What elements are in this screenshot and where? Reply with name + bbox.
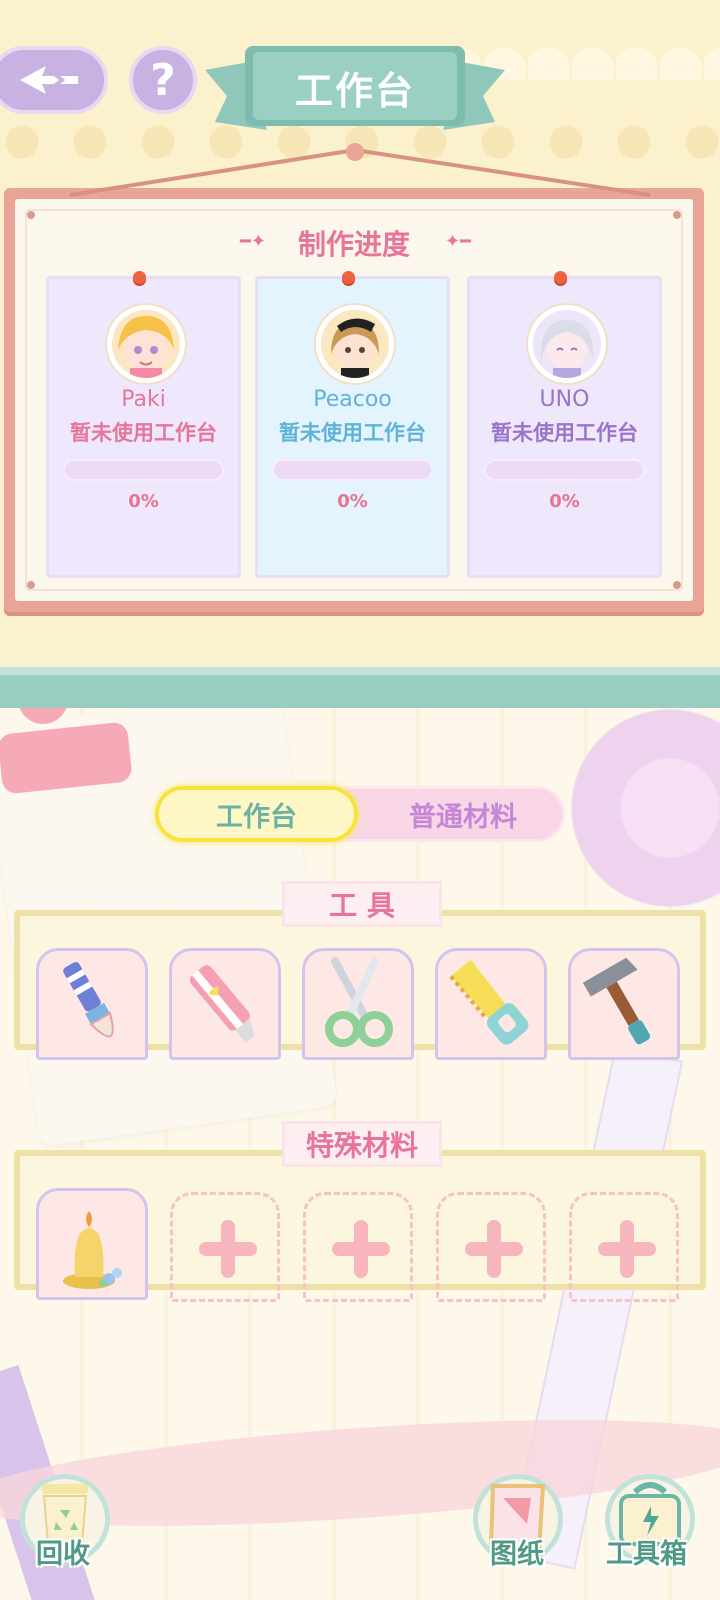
tools-label: 工 具 bbox=[282, 881, 442, 927]
candle-item-icon bbox=[63, 1211, 122, 1289]
nail bbox=[673, 581, 681, 589]
tool-slot-hammer[interactable] bbox=[568, 948, 680, 1060]
progress-percent: 0% bbox=[549, 491, 580, 512]
add-material-slot[interactable] bbox=[569, 1192, 679, 1302]
help-button[interactable]: ? bbox=[129, 46, 197, 114]
add-material-slot[interactable] bbox=[303, 1192, 413, 1302]
pushpin-icon bbox=[133, 271, 146, 284]
nail bbox=[673, 211, 681, 219]
section-divider bbox=[0, 667, 720, 708]
progress-board: ━✦ 制作进度 ✦━ Paki 暂未使用工作台 0% Peacoo 暂未使用工作… bbox=[4, 188, 704, 612]
blueprint-label: 图纸 bbox=[490, 1539, 544, 1570]
nail bbox=[27, 211, 35, 219]
material-slot-candle[interactable] bbox=[36, 1188, 148, 1300]
tool-slot-scissors[interactable] bbox=[302, 948, 414, 1060]
worker-card-paki[interactable]: Paki 暂未使用工作台 0% bbox=[46, 271, 241, 578]
tools-section: 工 具 bbox=[14, 881, 706, 1060]
back-arrow-icon bbox=[20, 66, 78, 94]
worker-card-peacoo[interactable]: Peacoo 暂未使用工作台 0% bbox=[255, 271, 450, 578]
scissors-icon bbox=[325, 957, 393, 1047]
worker-name: Paki bbox=[121, 387, 166, 412]
category-tabs: 工作台 普通材料 bbox=[155, 786, 565, 842]
progress-bar bbox=[63, 459, 224, 481]
worker-status: 暂未使用工作台 bbox=[491, 421, 638, 445]
tool-slot-saw[interactable] bbox=[435, 948, 547, 1060]
progress-percent: 0% bbox=[128, 491, 159, 512]
special-materials-section: 特殊材料 bbox=[14, 1121, 706, 1302]
worker-name: Peacoo bbox=[313, 387, 392, 412]
add-material-slot[interactable] bbox=[170, 1192, 280, 1302]
worker-status: 暂未使用工作台 bbox=[70, 421, 217, 445]
worker-status: 暂未使用工作台 bbox=[279, 421, 426, 445]
avatar-uno bbox=[528, 305, 606, 383]
page-title: 工作台 bbox=[294, 69, 415, 113]
worker-name: UNO bbox=[539, 387, 590, 412]
special-materials-label: 特殊材料 bbox=[282, 1121, 442, 1167]
progress-bar bbox=[272, 459, 433, 481]
title-ribbon: 工作台 bbox=[205, 40, 505, 140]
nail bbox=[27, 581, 35, 589]
help-icon: ? bbox=[150, 54, 176, 106]
back-button[interactable] bbox=[0, 46, 108, 114]
tool-slot-brush[interactable] bbox=[36, 948, 148, 1060]
add-material-slot[interactable] bbox=[436, 1192, 546, 1302]
doily-decoration bbox=[560, 708, 720, 928]
board-heading: 制作进度 bbox=[297, 228, 410, 261]
tool-slot-cutter[interactable] bbox=[169, 948, 281, 1060]
hammer-icon bbox=[582, 957, 651, 1045]
brush-icon bbox=[63, 961, 114, 1038]
worker-card-uno[interactable]: UNO 暂未使用工作台 0% bbox=[467, 271, 662, 578]
progress-bar bbox=[484, 459, 645, 481]
sparkle-icon: ✦━ bbox=[445, 231, 471, 252]
pushpin-icon bbox=[554, 271, 567, 284]
box-cutter-icon bbox=[189, 965, 255, 1043]
recycle-label: 回收 bbox=[36, 1539, 90, 1570]
pushpin-icon bbox=[342, 271, 355, 284]
progress-percent: 0% bbox=[337, 491, 368, 512]
toolbox-label: 工具箱 bbox=[606, 1539, 687, 1570]
avatar-paki bbox=[107, 305, 185, 383]
hanging-string bbox=[69, 143, 651, 197]
tab-workbench[interactable]: 工作台 bbox=[155, 786, 358, 842]
saw-icon bbox=[449, 959, 529, 1045]
avatar-peacoo bbox=[316, 305, 394, 383]
tab-materials[interactable]: 普通材料 bbox=[358, 786, 568, 842]
